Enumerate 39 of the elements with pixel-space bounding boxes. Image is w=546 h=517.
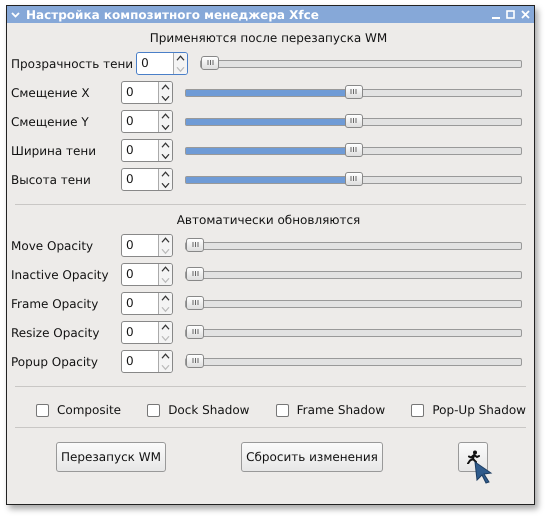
spin-box[interactable]: 0 <box>121 168 173 191</box>
slider-handle[interactable] <box>344 114 362 128</box>
checkbox[interactable] <box>147 404 160 416</box>
checkbox-label: Dock Shadow <box>168 403 250 417</box>
slider-handle[interactable] <box>201 56 220 70</box>
setting-label: Frame Opacity <box>11 296 100 310</box>
slider-handle[interactable] <box>186 324 204 338</box>
checkbox-label: Frame Shadow <box>296 403 386 417</box>
checkbox[interactable] <box>411 404 424 416</box>
checkbox[interactable] <box>36 404 49 416</box>
setting-label: Высота тени <box>11 172 92 186</box>
section-heading: Применяются после перезапуска WM <box>148 31 388 45</box>
checkbox[interactable] <box>276 404 289 416</box>
slider-handle[interactable] <box>186 296 204 310</box>
slider-handle[interactable] <box>344 142 362 156</box>
section-heading: Автоматически обновляются <box>176 213 362 227</box>
setting-label: Смещение Y <box>11 114 90 128</box>
spin-box[interactable]: 0 <box>121 110 173 133</box>
setting-label: Move Opacity <box>11 238 94 252</box>
window-title: Настройка композитного менеджера Xfce <box>26 8 320 22</box>
setting-label: Popup Opacity <box>11 354 99 368</box>
mouse-pointer-icon <box>473 461 495 485</box>
slider-handle[interactable] <box>344 172 362 186</box>
checkbox-label: Composite <box>57 403 122 417</box>
setting-label: Inactive Opacity <box>11 268 110 282</box>
slider-handle[interactable] <box>186 266 204 280</box>
setting-label: Resize Opacity <box>11 326 100 340</box>
checkbox-label: Pop-Up Shadow <box>432 403 526 417</box>
setting-label: Смещение X <box>11 86 91 100</box>
spin-box[interactable]: 0 <box>121 81 173 104</box>
action-button[interactable]: Перезапуск WM <box>56 442 166 472</box>
setting-label: Прозрачность тени <box>11 56 134 70</box>
action-button[interactable]: Сбросить изменения <box>241 442 383 472</box>
running-figure-icon <box>466 450 480 464</box>
slider-handle[interactable] <box>344 84 362 98</box>
setting-label: Ширина тени <box>11 144 98 158</box>
spin-box[interactable]: 0 <box>121 139 173 162</box>
slider-handle[interactable] <box>186 354 204 368</box>
slider-handle[interactable] <box>186 238 204 252</box>
